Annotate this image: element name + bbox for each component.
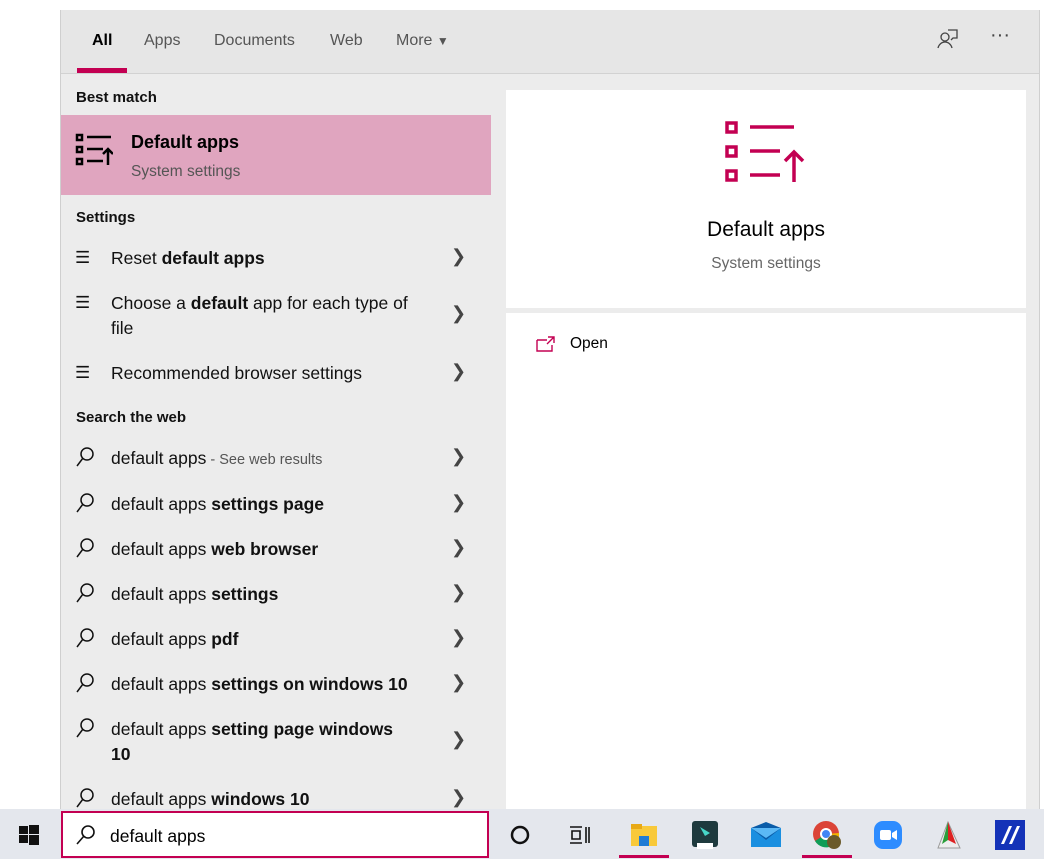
item-bold-text: settings	[211, 584, 279, 604]
app-icon-blue[interactable]	[993, 818, 1027, 852]
tab-documents[interactable]: Documents	[214, 32, 295, 50]
item-text: default apps	[111, 719, 212, 739]
active-app-indicator	[619, 855, 669, 858]
item-text: default apps	[111, 494, 212, 514]
filmora-icon[interactable]	[688, 818, 722, 852]
search-web-label: Search the web	[76, 409, 187, 426]
item-text: Choose a	[111, 293, 191, 313]
search-icon	[75, 672, 95, 699]
preview-card: Default apps System settings	[506, 90, 1026, 308]
settings-label: Settings	[76, 209, 136, 226]
item-text: default apps	[111, 789, 212, 809]
tab-all[interactable]: All	[92, 32, 112, 50]
item-text: default apps	[111, 584, 212, 604]
cortana-icon[interactable]	[503, 818, 537, 852]
chevron-right-icon: ❯	[451, 446, 467, 466]
default-apps-large-icon	[724, 120, 808, 189]
web-search-item[interactable]: default apps settings ❯	[61, 582, 491, 612]
item-text: default apps	[111, 539, 212, 559]
web-search-item[interactable]: default apps pdf ❯	[61, 627, 491, 657]
settings-item[interactable]: ☰ Reset default apps ❯	[61, 246, 491, 276]
chrome-icon[interactable]	[810, 818, 844, 852]
item-text: Reset	[111, 248, 162, 268]
search-icon	[75, 537, 95, 564]
chevron-right-icon: ❯	[451, 246, 467, 266]
item-bold-text: default apps	[161, 248, 265, 268]
preview-title: Default apps	[707, 218, 825, 241]
best-match-label: Best match	[76, 89, 157, 106]
search-icon	[75, 824, 97, 851]
best-match-subtitle: System settings	[131, 163, 241, 180]
tab-more[interactable]: More ▼	[396, 32, 449, 50]
item-text: default apps	[111, 448, 207, 468]
app-icon[interactable]	[932, 818, 966, 852]
tab-web[interactable]: Web	[330, 32, 363, 50]
open-action[interactable]: Open	[536, 335, 608, 353]
task-view-icon[interactable]	[563, 818, 597, 852]
feedback-icon[interactable]	[937, 28, 959, 56]
chevron-right-icon: ❯	[451, 787, 467, 807]
item-text: Recommended browser settings	[111, 363, 362, 383]
default-apps-icon: ☰	[75, 248, 91, 267]
tab-more-label: More	[396, 32, 433, 49]
chevron-right-icon: ❯	[451, 303, 467, 323]
settings-item[interactable]: ☰ Recommended browser settings ❯	[61, 361, 491, 391]
best-match-title: Default apps	[131, 132, 240, 152]
chevron-right-icon: ❯	[451, 729, 467, 749]
web-search-item[interactable]: default apps settings on windows 10 ❯	[61, 672, 491, 702]
item-bold-text: pdf	[211, 629, 239, 649]
default-apps-icon: ☰	[75, 363, 91, 382]
chevron-right-icon: ❯	[451, 582, 467, 602]
web-search-item[interactable]: default apps setting page windows 10 ❯	[61, 717, 491, 769]
search-icon	[75, 717, 95, 744]
item-text: default apps	[111, 629, 212, 649]
web-search-item[interactable]: default apps settings page ❯	[61, 492, 491, 522]
item-bold-text: default	[190, 293, 249, 313]
more-options-icon[interactable]: ···	[990, 24, 1010, 47]
search-panel: All Apps Documents Web More ▼ ··· Best m…	[60, 10, 1040, 809]
mail-icon[interactable]	[749, 818, 783, 852]
active-tab-indicator	[77, 68, 127, 73]
item-bold-text: windows 10	[211, 789, 310, 809]
default-apps-icon: ☰	[75, 293, 91, 312]
item-bold-text: settings page	[211, 494, 325, 514]
open-label: Open	[570, 335, 608, 352]
search-box[interactable]: default apps	[61, 811, 489, 858]
search-icon	[75, 446, 95, 473]
item-text: default apps	[111, 674, 212, 694]
default-apps-icon	[75, 133, 114, 172]
search-icon	[75, 582, 95, 609]
search-icon	[75, 492, 95, 519]
best-match-item[interactable]: Default apps System settings	[61, 115, 491, 195]
search-input[interactable]: default apps	[110, 826, 205, 847]
tab-apps[interactable]: Apps	[144, 32, 180, 50]
settings-item[interactable]: ☰ Choose a default app for each type of …	[61, 291, 491, 343]
chevron-right-icon: ❯	[451, 361, 467, 381]
chevron-right-icon: ❯	[451, 627, 467, 647]
windows-start-icon[interactable]	[12, 818, 46, 852]
chevron-right-icon: ❯	[451, 537, 467, 557]
caret-down-icon: ▼	[436, 34, 449, 48]
search-icon	[75, 627, 95, 654]
chevron-right-icon: ❯	[451, 492, 467, 512]
file-explorer-icon[interactable]	[627, 818, 661, 852]
item-bold-text: settings on windows 10	[211, 674, 408, 694]
web-search-item[interactable]: default apps web browser ❯	[61, 537, 491, 567]
open-icon	[536, 336, 555, 352]
web-search-item[interactable]: default apps - See web results ❯	[61, 446, 491, 476]
chevron-right-icon: ❯	[451, 672, 467, 692]
actions-card: Open	[506, 313, 1026, 809]
preview-subtitle: System settings	[711, 255, 821, 272]
zoom-icon[interactable]	[871, 818, 905, 852]
search-header: All Apps Documents Web More ▼ ···	[61, 10, 1039, 74]
active-app-indicator	[802, 855, 852, 858]
item-bold-text: web browser	[211, 539, 319, 559]
see-web-results-text: - See web results	[206, 452, 323, 468]
